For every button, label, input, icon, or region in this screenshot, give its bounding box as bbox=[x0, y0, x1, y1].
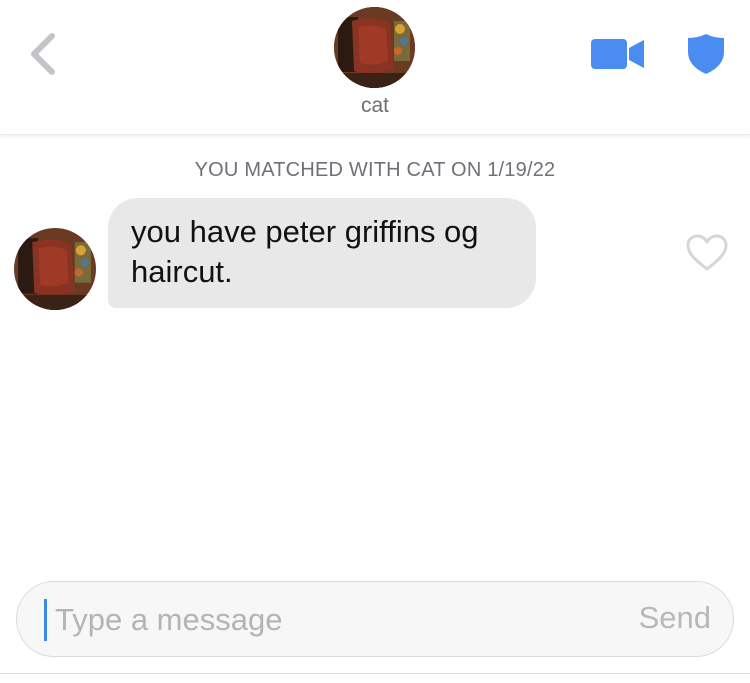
back-button[interactable] bbox=[22, 30, 66, 78]
send-button[interactable]: Send bbox=[639, 600, 711, 636]
video-camera-icon bbox=[591, 39, 644, 69]
message-composer: Send bbox=[16, 581, 734, 657]
chevron-left-icon bbox=[31, 33, 55, 75]
message-avatar[interactable] bbox=[14, 228, 96, 310]
chat-header: cat bbox=[0, 0, 750, 135]
safety-button[interactable] bbox=[686, 32, 726, 76]
profile-photo bbox=[14, 228, 96, 310]
bottom-divider bbox=[0, 673, 750, 674]
video-call-button[interactable] bbox=[590, 36, 646, 72]
profile-photo bbox=[334, 7, 415, 88]
contact-name: cat bbox=[360, 94, 389, 117]
shield-icon bbox=[688, 34, 724, 74]
match-banner: YOU MATCHED WITH CAT ON 1/19/22 bbox=[194, 159, 556, 181]
text-cursor bbox=[44, 599, 47, 641]
message-bubble[interactable]: you have peter griffins og haircut. bbox=[108, 198, 536, 308]
heart-outline-icon bbox=[686, 234, 728, 271]
like-message-button[interactable] bbox=[686, 234, 728, 272]
chat-screen: cat YOU MATCHED WITH CAT ON 1/19/22 you … bbox=[0, 0, 750, 683]
contact-avatar[interactable] bbox=[334, 7, 415, 88]
message-input[interactable] bbox=[55, 596, 575, 644]
